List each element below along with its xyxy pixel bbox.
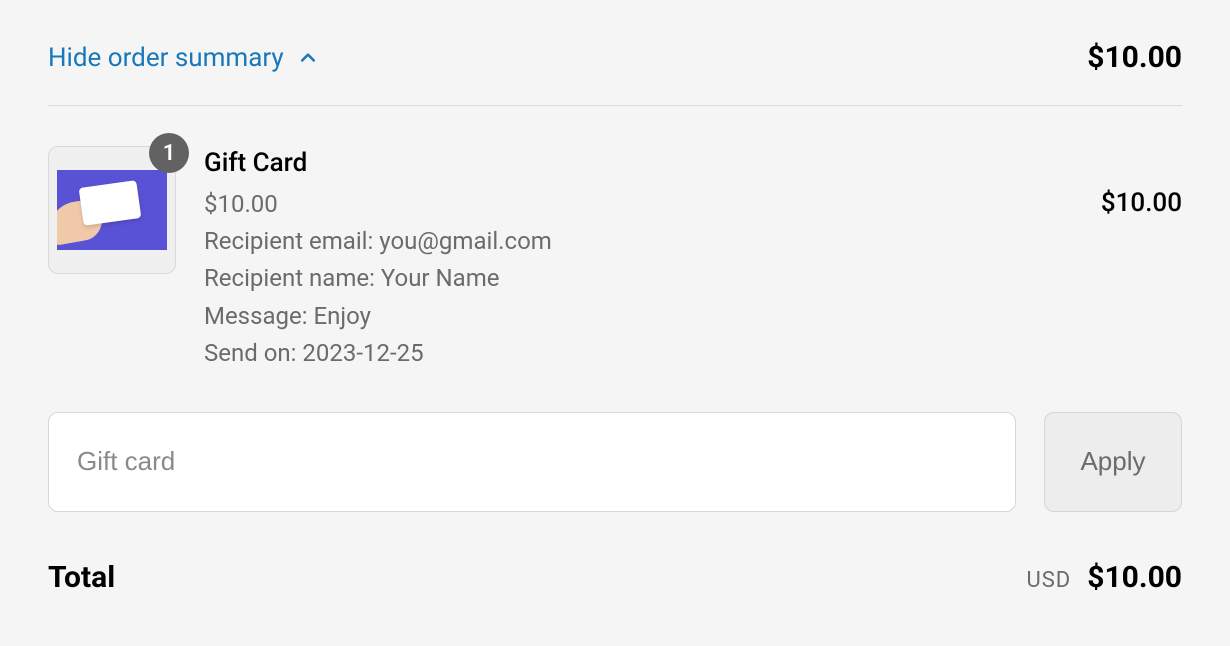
toggle-order-summary[interactable]: Hide order summary: [48, 43, 318, 73]
recipient-name: Recipient name: Your Name: [204, 260, 1101, 297]
divider: [48, 105, 1182, 106]
apply-button[interactable]: Apply: [1044, 412, 1182, 512]
quantity-badge: 1: [149, 133, 189, 173]
gift-card-row: Apply: [48, 412, 1182, 512]
product-name: Gift Card: [204, 148, 1101, 178]
order-summary-header: Hide order summary $10.00: [48, 40, 1182, 105]
recipient-email: Recipient email: you@gmail.com: [204, 223, 1101, 260]
line-item-info: Gift Card $10.00 Recipient email: you@gm…: [204, 146, 1101, 372]
send-on-date: Send on: 2023-12-25: [204, 335, 1101, 372]
product-thumbnail: 1: [48, 146, 176, 274]
gift-card-image: [57, 170, 167, 250]
gift-card-input[interactable]: [48, 412, 1016, 512]
line-item: 1 Gift Card $10.00 Recipient email: you@…: [48, 146, 1182, 372]
total-amount: $10.00: [1087, 560, 1182, 595]
gift-message: Message: Enjoy: [204, 298, 1101, 335]
line-item-price: $10.00: [1101, 146, 1182, 218]
currency-code: USD: [1026, 568, 1071, 593]
total-amount-group: USD $10.00: [1026, 560, 1182, 595]
order-summary-price: $10.00: [1087, 40, 1182, 75]
toggle-order-summary-label: Hide order summary: [48, 43, 284, 73]
variant-price: $10.00: [204, 186, 1101, 223]
total-label: Total: [48, 560, 115, 595]
chevron-up-icon: [298, 48, 318, 68]
total-row: Total USD $10.00: [48, 560, 1182, 595]
